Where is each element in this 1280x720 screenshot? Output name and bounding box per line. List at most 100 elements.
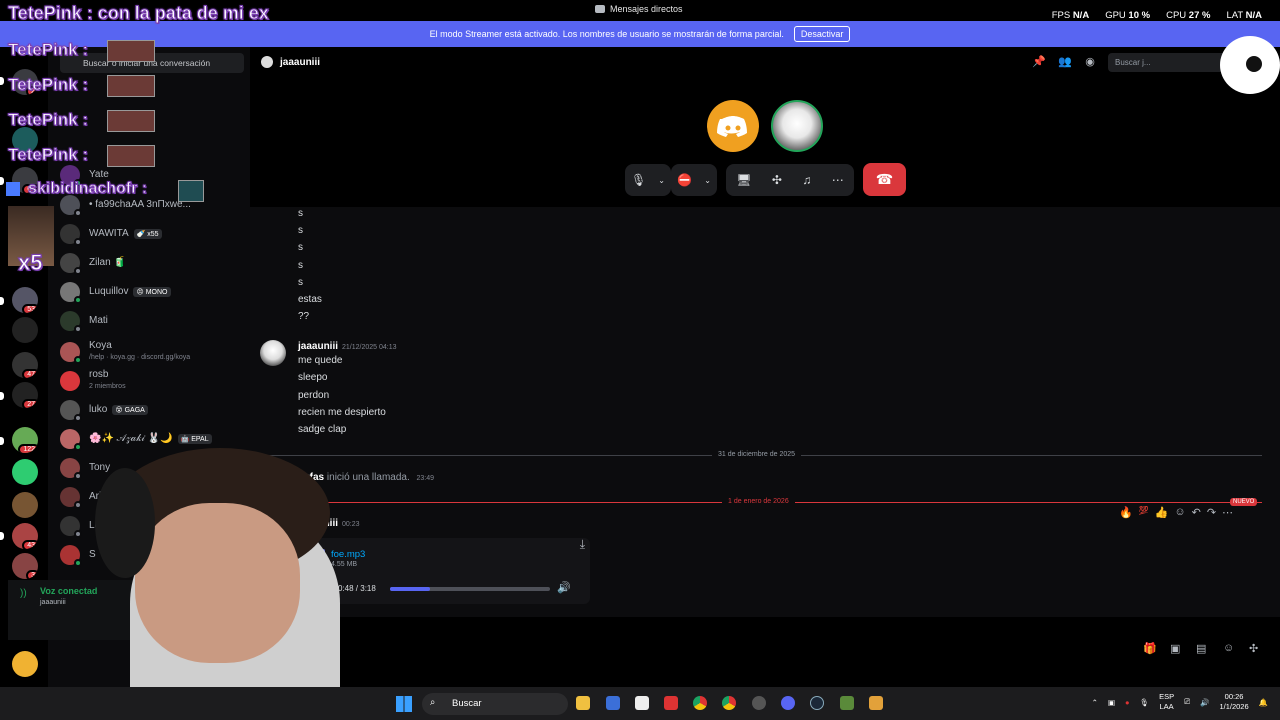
camera-off-icon[interactable]: ⛔	[677, 173, 692, 187]
record-indicator-icon	[1220, 36, 1280, 94]
reply-icon[interactable]: ↶	[1192, 506, 1201, 519]
unread-badge: 3	[26, 570, 38, 579]
file-explorer-icon[interactable]	[576, 696, 590, 710]
overlay-chat-user: skibidinachofr :	[27, 180, 148, 198]
tray-app-icon[interactable]: ●	[1125, 698, 1130, 707]
server-icon[interactable]: 47	[12, 352, 38, 378]
playback-slider[interactable]	[390, 587, 550, 591]
unread-badge: 27	[22, 399, 38, 408]
mic-control[interactable]: 🎙 ⌄	[625, 164, 671, 196]
tray-app-icon[interactable]: ▣	[1108, 698, 1115, 707]
taskbar-search[interactable]: ⌕ Buscar	[422, 693, 568, 715]
chevron-down-icon[interactable]: ⌄	[704, 176, 711, 185]
overlay-emote-image	[178, 180, 204, 202]
message-line: s	[298, 242, 303, 253]
dm-item[interactable]: Mati	[58, 308, 244, 334]
add-server-icon[interactable]	[12, 651, 38, 677]
user-avatar-icon	[261, 56, 273, 68]
caller-avatar[interactable]	[707, 100, 759, 152]
message-avatar[interactable]	[260, 340, 286, 366]
app-icon[interactable]	[606, 696, 620, 710]
avatar	[60, 224, 82, 246]
soundboard-icon[interactable]: ♫	[802, 173, 811, 187]
message-composer[interactable]: 🎁 ▣ ▤ ☺ ✣	[250, 617, 1280, 687]
message-timestamp: 21/12/2025 04:13	[342, 344, 397, 351]
dm-item[interactable]: Luquillov 😠 MONO	[58, 279, 244, 305]
hundred-reaction-icon[interactable]: 💯	[1139, 506, 1149, 519]
dm-item[interactable]: WAWITA 🍼 x55	[58, 221, 244, 247]
dm-item[interactable]: Koya/help · koya.gg · discord.gg/koya	[58, 339, 244, 365]
participant-avatar[interactable]	[771, 100, 823, 152]
avatar	[60, 253, 82, 275]
steam-icon[interactable]	[810, 696, 824, 710]
screen-share-icon[interactable]: 🖥	[736, 173, 751, 187]
unread-badge: 122	[18, 444, 38, 453]
add-friend-icon[interactable]: 👥	[1058, 56, 1072, 68]
message-line: recien me despierto	[298, 407, 386, 418]
store-icon[interactable]	[635, 696, 649, 710]
server-icon[interactable]: 53	[12, 287, 38, 313]
network-icon[interactable]: ⎚	[1184, 697, 1190, 707]
activities-icon[interactable]: ✣	[772, 173, 782, 187]
gif-icon[interactable]: ▣	[1170, 642, 1180, 655]
profile-icon[interactable]: ◉	[1084, 56, 1096, 68]
chrome-icon[interactable]	[693, 696, 707, 710]
chrome-icon[interactable]	[722, 696, 736, 710]
forward-icon[interactable]: ↷	[1207, 506, 1216, 519]
more-icon[interactable]: ⋯	[832, 173, 844, 187]
channel-search-input[interactable]: Buscar j...	[1108, 53, 1228, 72]
group-avatar	[60, 371, 80, 391]
notification-icon[interactable]: 🔔	[1259, 698, 1268, 707]
pin-icon[interactable]: 📌	[1032, 56, 1046, 68]
discord-taskbar-icon[interactable]	[781, 696, 795, 710]
add-reaction-icon[interactable]: ☺	[1174, 506, 1185, 519]
message-line: ??	[298, 311, 310, 322]
thumbs-up-reaction-icon[interactable]: 👍	[1155, 506, 1169, 519]
microphone-icon[interactable]: 🎙	[631, 173, 646, 187]
server-icon[interactable]	[12, 492, 38, 518]
server-icon[interactable]: 27	[12, 382, 38, 408]
clock[interactable]: 00:26 1/1/2026	[1219, 692, 1248, 712]
fire-reaction-icon[interactable]: 🔥	[1119, 506, 1133, 519]
camera-control[interactable]: ⛔ ⌄	[671, 164, 717, 196]
language-indicator[interactable]: ESP LAA	[1159, 692, 1174, 712]
volume-icon[interactable]: 🔊	[557, 581, 571, 594]
emoji-icon[interactable]: ☺	[1223, 642, 1234, 654]
volume-icon[interactable]: 🔊	[1200, 698, 1209, 707]
microphone-icon[interactable]: 🎙	[1140, 698, 1150, 707]
server-icon[interactable]	[12, 317, 38, 343]
avatar	[60, 311, 82, 333]
minecraft-icon[interactable]	[840, 696, 854, 710]
app-icon[interactable]	[664, 696, 678, 710]
playback-progress	[390, 587, 430, 591]
app-icon[interactable]	[752, 696, 766, 710]
gift-icon[interactable]: 🎁	[1143, 642, 1157, 655]
server-icon[interactable]: 43	[12, 523, 38, 549]
unread-pip	[0, 77, 4, 85]
server-icon[interactable]: 122	[12, 427, 38, 453]
windows-start-icon[interactable]	[396, 696, 412, 712]
chevron-up-icon[interactable]: ⌃	[1092, 698, 1098, 707]
dm-icon	[595, 5, 605, 13]
unread-pip	[0, 177, 4, 185]
more-icon[interactable]: ⋯	[1222, 506, 1233, 519]
message-author[interactable]: jaaauniii 21/12/2025 04:13	[298, 341, 397, 352]
sticker-icon[interactable]: ▤	[1196, 642, 1206, 655]
chevron-down-icon[interactable]: ⌄	[658, 176, 665, 185]
streamer-mode-banner: El modo Streamer está activado. Los nomb…	[0, 21, 1280, 47]
message-hover-toolbar: 🔥 💯 👍 ☺ ↶ ↷ ⋯	[1119, 506, 1233, 519]
overlay-chat-user: TetePink :	[8, 110, 89, 130]
disable-streamer-button[interactable]: Desactivar	[793, 26, 851, 42]
server-icon[interactable]	[12, 459, 38, 485]
download-icon[interactable]: ⤓	[580, 537, 585, 552]
dm-item[interactable]: luko 😵 GAGA	[58, 397, 244, 423]
hang-up-button[interactable]: ☎	[863, 163, 906, 196]
dm-item[interactable]: Zilan 🧃	[58, 250, 244, 276]
overlay-chat-user: TetePink :	[8, 75, 89, 95]
clan-tag: 😵 GAGA	[112, 405, 148, 415]
apps-icon[interactable]: ✣	[1249, 642, 1258, 655]
overlay-chat-user: TetePink :	[8, 145, 89, 165]
server-icon[interactable]: 3	[12, 553, 38, 579]
app-icon[interactable]	[869, 696, 883, 710]
dm-group-item[interactable]: rosb 2 miembros	[58, 368, 244, 394]
